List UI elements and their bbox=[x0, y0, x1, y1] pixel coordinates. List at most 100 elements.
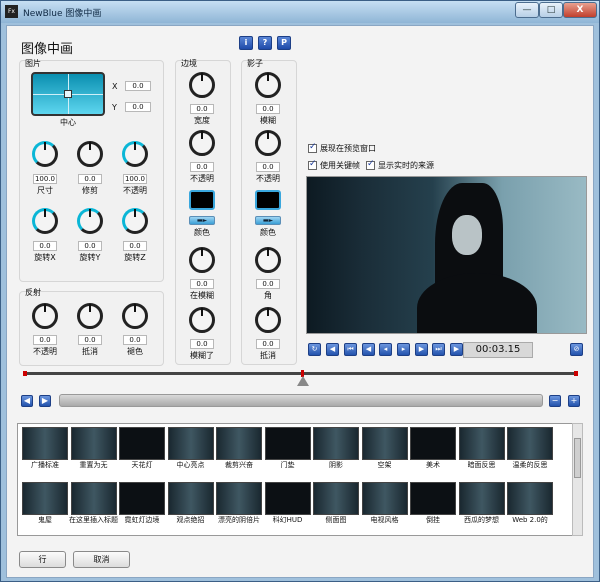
preset-tile[interactable]: 天花灯 bbox=[119, 427, 165, 478]
preset-tile[interactable]: 漂亮的阴倍片 bbox=[216, 482, 262, 533]
border-inner-blur-knob[interactable] bbox=[189, 247, 215, 273]
preset-tile[interactable]: 温柔的反思 bbox=[507, 427, 553, 478]
pad-center-handle[interactable] bbox=[64, 90, 72, 98]
reflection-offset-field[interactable]: 0.0 bbox=[78, 335, 102, 345]
shadow-color-swatch[interactable] bbox=[255, 190, 281, 210]
preset-tile[interactable]: 鬼屋 bbox=[22, 482, 68, 533]
preset-tile[interactable]: 美术 bbox=[410, 427, 456, 478]
preset-tile[interactable]: 重置为无 bbox=[70, 427, 117, 478]
crop-knob[interactable] bbox=[77, 141, 103, 167]
preset-tile[interactable]: 在这里插入标题 bbox=[69, 482, 118, 533]
preset-tile[interactable]: 门垫 bbox=[264, 427, 311, 478]
border-blur-field[interactable]: 0.0 bbox=[190, 339, 214, 349]
x-field[interactable]: 0.0 bbox=[125, 81, 151, 91]
opacity-field[interactable]: 100.0 bbox=[123, 174, 147, 184]
cancel-button[interactable]: 取消 bbox=[73, 551, 130, 568]
border-width-field[interactable]: 0.0 bbox=[190, 104, 214, 114]
zoom-in-icon[interactable]: + bbox=[568, 395, 580, 407]
y-field[interactable]: 0.0 bbox=[125, 102, 151, 112]
border-inner-blur-field[interactable]: 0.0 bbox=[190, 279, 214, 289]
shadow-blur-label: 模糊 bbox=[260, 116, 276, 125]
play-icon[interactable]: ▶ bbox=[450, 343, 463, 356]
preset-tile[interactable]: 观点绝招 bbox=[167, 482, 214, 533]
rotate-z-knob[interactable] bbox=[122, 208, 148, 234]
ok-button[interactable]: 行 bbox=[19, 551, 66, 568]
preset-thumbnail bbox=[119, 427, 165, 460]
shadow-angle-field[interactable]: 0.0 bbox=[256, 279, 280, 289]
scroll-left-icon[interactable]: ◀ bbox=[21, 395, 33, 407]
preset-tile[interactable]: 科幻HUD bbox=[264, 482, 311, 533]
reflection-offset-knob[interactable] bbox=[77, 303, 103, 329]
title-bar[interactable]: Fx NewBlue 图像中画 — □ X bbox=[1, 1, 599, 23]
border-color-swatch[interactable] bbox=[189, 190, 215, 210]
reflection-opacity-knob[interactable] bbox=[32, 303, 58, 329]
preset-tile[interactable]: 电视风格 bbox=[361, 482, 408, 533]
reflection-fade-knob[interactable] bbox=[122, 303, 148, 329]
timeline-scrollbar[interactable] bbox=[59, 394, 543, 407]
preset-tile[interactable]: 中心亮点 bbox=[167, 427, 214, 478]
rotate-z-field[interactable]: 0.0 bbox=[123, 241, 147, 251]
go-to-end-icon[interactable]: ⏭ bbox=[432, 343, 445, 356]
preset-tile[interactable]: 霓虹灯边境 bbox=[119, 482, 165, 533]
presets-button[interactable]: P bbox=[277, 36, 291, 50]
size-knob[interactable] bbox=[32, 141, 58, 167]
scroll-right-icon[interactable]: ▶ bbox=[39, 395, 51, 407]
preset-tile[interactable]: 广播标准 bbox=[22, 427, 68, 478]
preview-window-checkbox[interactable]: 展现在预览窗口 bbox=[308, 142, 376, 154]
timeline-end-marker[interactable] bbox=[574, 371, 578, 376]
close-button[interactable]: X bbox=[563, 2, 597, 18]
preset-tile[interactable]: 暗面反思 bbox=[458, 427, 505, 478]
playhead-handle[interactable] bbox=[297, 376, 309, 386]
shadow-angle-label: 角 bbox=[264, 291, 272, 300]
preset-tile[interactable]: 倒挂 bbox=[410, 482, 456, 533]
timeline-start-marker[interactable] bbox=[23, 371, 27, 376]
size-field[interactable]: 100.0 bbox=[33, 174, 57, 184]
shadow-opacity-knob[interactable] bbox=[255, 130, 281, 156]
preset-tile[interactable]: 侧面图 bbox=[313, 482, 359, 533]
reflection-opacity-field[interactable]: 0.0 bbox=[33, 335, 57, 345]
shadow-color-picker-button[interactable]: ▬► bbox=[255, 216, 281, 225]
play-previous-icon[interactable]: ◀ bbox=[326, 343, 339, 356]
preset-tile[interactable]: Web 2.0的 bbox=[507, 482, 553, 533]
rotate-x-field[interactable]: 0.0 bbox=[33, 241, 57, 251]
shadow-offset-field[interactable]: 0.0 bbox=[256, 339, 280, 349]
shadow-opacity-field[interactable]: 0.0 bbox=[256, 162, 280, 172]
settings-icon[interactable]: ⊘ bbox=[570, 343, 583, 356]
border-opacity-knob[interactable] bbox=[189, 130, 215, 156]
rotate-y-field[interactable]: 0.0 bbox=[78, 241, 102, 251]
go-to-start-icon[interactable]: ⏮ bbox=[344, 343, 357, 356]
border-width-knob[interactable] bbox=[189, 72, 215, 98]
info-button[interactable]: i bbox=[239, 36, 253, 50]
loop-icon[interactable]: ↻ bbox=[308, 343, 321, 356]
reflection-fade-field[interactable]: 0.0 bbox=[123, 335, 147, 345]
zoom-out-icon[interactable]: − bbox=[549, 395, 561, 407]
keyframe-timeline[interactable] bbox=[23, 370, 578, 377]
shadow-offset-knob[interactable] bbox=[255, 307, 281, 333]
border-opacity-field[interactable]: 0.0 bbox=[190, 162, 214, 172]
opacity-knob[interactable] bbox=[122, 141, 148, 167]
shadow-blur-field[interactable]: 0.0 bbox=[256, 104, 280, 114]
position-pad[interactable] bbox=[31, 72, 105, 116]
show-source-checkbox[interactable]: 显示实时的来源 bbox=[366, 159, 434, 171]
gallery-scrollbar[interactable] bbox=[572, 423, 583, 536]
step-forward-icon[interactable]: ▶ bbox=[415, 343, 428, 356]
shadow-blur-knob[interactable] bbox=[255, 72, 281, 98]
maximize-button[interactable]: □ bbox=[539, 2, 563, 18]
preset-tile[interactable]: 空架 bbox=[361, 427, 408, 478]
shadow-angle-knob[interactable] bbox=[255, 247, 281, 273]
step-back-icon[interactable]: ◀ bbox=[362, 343, 375, 356]
border-color-picker-button[interactable]: ▬► bbox=[189, 216, 215, 225]
preset-tile[interactable]: 裁剪兴奋 bbox=[216, 427, 262, 478]
border-blur-knob[interactable] bbox=[189, 307, 215, 333]
help-button[interactable]: ? bbox=[258, 36, 272, 50]
frame-back-icon[interactable]: ◂ bbox=[379, 343, 392, 356]
preset-tile[interactable]: 西瓜的梦想 bbox=[458, 482, 505, 533]
keyframes-checkbox[interactable]: 使用关键帧 bbox=[308, 159, 360, 171]
minimize-button[interactable]: — bbox=[515, 2, 539, 18]
preset-tile[interactable]: 阴影 bbox=[313, 427, 359, 478]
crop-field[interactable]: 0.0 bbox=[78, 174, 102, 184]
rotate-x-knob[interactable] bbox=[32, 208, 58, 234]
frame-forward-icon[interactable]: ▸ bbox=[397, 343, 410, 356]
gallery-scroll-thumb[interactable] bbox=[574, 438, 581, 478]
rotate-y-knob[interactable] bbox=[77, 208, 103, 234]
